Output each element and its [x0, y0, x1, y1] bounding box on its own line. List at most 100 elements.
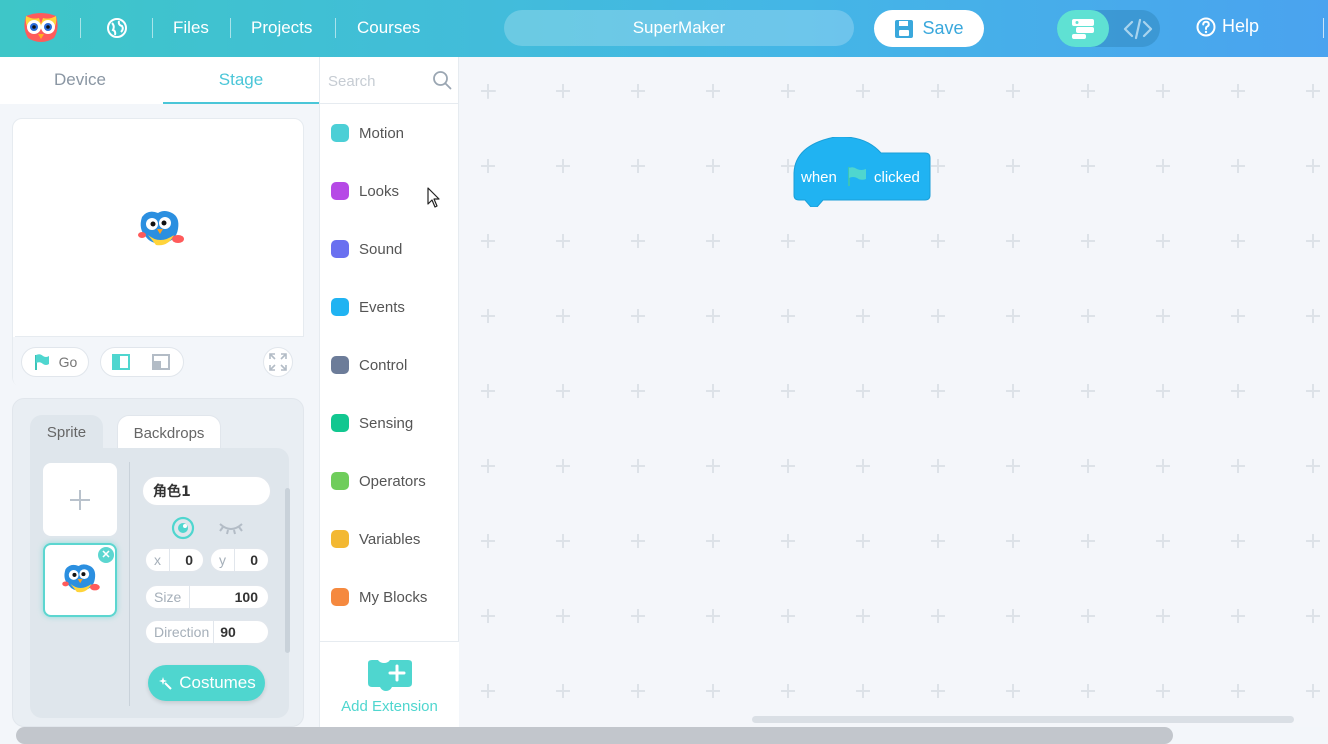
- category-operators[interactable]: Operators: [320, 461, 459, 501]
- stage-canvas[interactable]: [15, 121, 303, 337]
- category-label: My Blocks: [359, 588, 428, 606]
- tab-backdrops[interactable]: Backdrops: [117, 415, 221, 449]
- tab-sprite[interactable]: Sprite: [30, 415, 103, 449]
- divider: [189, 585, 191, 609]
- blocks-mode-button[interactable]: [1057, 10, 1109, 47]
- grid-mark: [556, 309, 570, 323]
- sprite-thumbnail[interactable]: ✕: [43, 543, 117, 617]
- project-name-input[interactable]: SuperMaker: [504, 10, 854, 46]
- grid-mark: [481, 534, 495, 548]
- category-label: Sound: [359, 240, 403, 258]
- nav-courses[interactable]: Courses: [357, 18, 420, 38]
- fullscreen-button[interactable]: [263, 347, 293, 377]
- go-button[interactable]: Go: [21, 347, 89, 377]
- grid-mark: [1081, 459, 1095, 473]
- grid-mark: [631, 309, 645, 323]
- grid-mark: [706, 309, 720, 323]
- sprite-scrollbar[interactable]: [285, 488, 290, 653]
- add-sprite-button[interactable]: [43, 463, 117, 536]
- globe-icon[interactable]: [106, 17, 128, 39]
- tab-device[interactable]: Device: [0, 57, 160, 104]
- mouse-cursor-icon: [427, 187, 440, 208]
- device-stage-tabs: Device Stage: [0, 57, 319, 104]
- divider: [169, 548, 170, 572]
- show-sprite-icon[interactable]: [171, 516, 195, 540]
- tab-stage[interactable]: Stage: [163, 57, 319, 104]
- category-color-swatch: [331, 588, 349, 606]
- grid-mark: [856, 609, 870, 623]
- costumes-label: Costumes: [179, 673, 256, 692]
- category-label: Looks: [359, 182, 400, 200]
- grid-mark: [781, 234, 795, 248]
- delete-sprite-icon[interactable]: ✕: [98, 547, 114, 563]
- nav-files[interactable]: Files: [173, 18, 209, 38]
- category-sensing[interactable]: Sensing: [320, 403, 459, 443]
- category-color-swatch: [331, 240, 349, 258]
- grid-mark: [1081, 234, 1095, 248]
- grid-mark: [1081, 84, 1095, 98]
- add-extension-icon: [368, 660, 412, 691]
- grid-mark: [856, 309, 870, 323]
- category-label: Variables: [359, 530, 421, 548]
- category-variables[interactable]: Variables: [320, 519, 459, 559]
- sprite-name-input[interactable]: [142, 476, 271, 506]
- grid-mark: [631, 159, 645, 173]
- code-mode-icon: [1123, 18, 1152, 39]
- category-control[interactable]: Control: [320, 345, 459, 385]
- workspace-scrollbar[interactable]: [752, 716, 1294, 723]
- owl-logo-icon[interactable]: [22, 12, 60, 44]
- left-panel: Device Stage Go Sprite Backdrops ✕ 角色1 x…: [0, 57, 319, 727]
- block-text-clicked: clicked: [874, 169, 920, 186]
- costumes-button[interactable]: Costumes: [148, 665, 265, 701]
- grid-mark: [856, 234, 870, 248]
- grid-mark: [1306, 684, 1320, 698]
- grid-mark: [1081, 684, 1095, 698]
- grid-mark: [856, 684, 870, 698]
- page-horizontal-scrollbar[interactable]: [16, 727, 1173, 744]
- grid-mark: [1081, 159, 1095, 173]
- size-field[interactable]: Size 100: [145, 585, 269, 609]
- category-events[interactable]: Events: [320, 287, 459, 327]
- x-field[interactable]: x 0: [145, 548, 204, 572]
- grid-mark: [931, 384, 945, 398]
- help-label: Help: [1222, 16, 1260, 36]
- code-workspace[interactable]: when clicked: [460, 57, 1328, 727]
- grid-mark: [1306, 609, 1320, 623]
- category-color-swatch: [331, 414, 349, 432]
- add-extension-button[interactable]: Add Extension: [320, 641, 459, 727]
- grid-mark: [631, 84, 645, 98]
- grid-mark: [1306, 234, 1320, 248]
- search-input[interactable]: [328, 69, 428, 93]
- grid-mark: [481, 309, 495, 323]
- grid-mark: [781, 534, 795, 548]
- code-mode-button[interactable]: [1115, 10, 1160, 47]
- direction-label: Direction: [154, 624, 210, 640]
- search-icon[interactable]: [432, 70, 452, 90]
- grid-mark: [1156, 84, 1170, 98]
- category-label: Sensing: [359, 414, 414, 432]
- small-stage-icon[interactable]: [112, 354, 130, 370]
- grid-mark: [931, 459, 945, 473]
- top-bar: Files Projects Courses SuperMaker Save H…: [0, 0, 1328, 57]
- large-stage-icon[interactable]: [152, 354, 170, 370]
- help-icon: [1196, 17, 1216, 36]
- grid-mark: [631, 234, 645, 248]
- grid-mark: [1306, 159, 1320, 173]
- grid-mark: [1006, 459, 1020, 473]
- grid-mark: [1231, 609, 1245, 623]
- grid-mark: [931, 234, 945, 248]
- grid-mark: [706, 534, 720, 548]
- grid-mark: [1156, 684, 1170, 698]
- direction-field[interactable]: Direction 90: [145, 620, 269, 644]
- help-button[interactable]: Help: [1196, 16, 1259, 37]
- nav-projects[interactable]: Projects: [251, 18, 312, 38]
- grid-mark: [1006, 534, 1020, 548]
- category-my-blocks[interactable]: My Blocks: [320, 577, 459, 617]
- save-button[interactable]: Save: [874, 10, 984, 47]
- y-field[interactable]: y 0: [210, 548, 269, 572]
- grid-mark: [781, 84, 795, 98]
- category-motion[interactable]: Motion: [320, 113, 459, 153]
- hide-sprite-icon[interactable]: [218, 518, 244, 538]
- go-label: Go: [58, 354, 78, 370]
- category-sound[interactable]: Sound: [320, 229, 459, 269]
